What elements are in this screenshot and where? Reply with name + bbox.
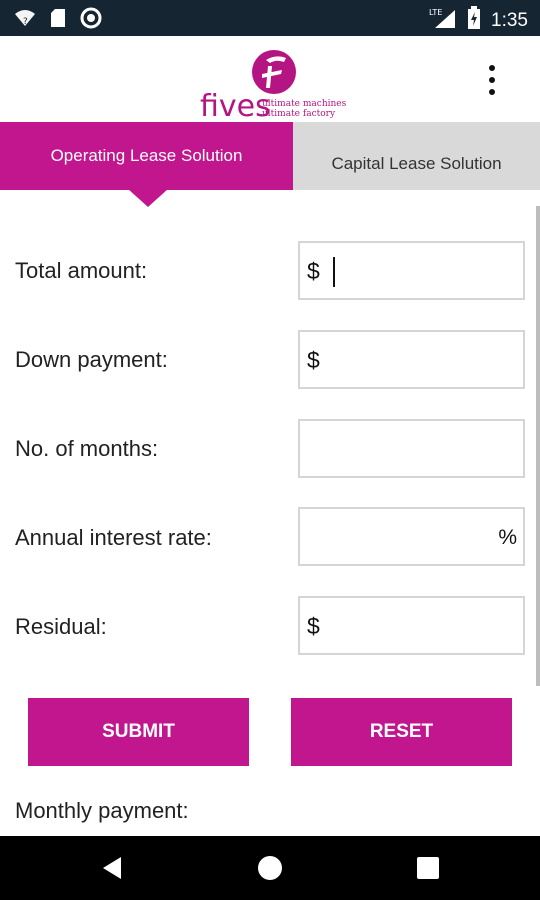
percent-suffix: % xyxy=(498,526,517,549)
months-field[interactable] xyxy=(298,419,525,478)
sync-icon xyxy=(80,7,102,34)
signal-icon: LTE xyxy=(429,7,457,34)
status-time: 1:35 xyxy=(491,9,528,31)
status-bar: ? LTE 1:35 xyxy=(0,0,540,36)
navigation-bar xyxy=(0,836,540,900)
residual-field[interactable]: $ xyxy=(298,596,525,655)
svg-text:?: ? xyxy=(23,17,28,27)
sd-card-icon xyxy=(50,8,66,33)
more-vert-icon[interactable] xyxy=(478,62,506,98)
back-icon[interactable] xyxy=(97,852,129,884)
down-payment-label: Down payment: xyxy=(15,347,168,372)
battery-icon xyxy=(467,6,481,35)
home-icon[interactable] xyxy=(254,852,286,884)
monthly-payment-label: Monthly payment: xyxy=(15,798,189,823)
submit-button[interactable]: SUBMIT xyxy=(28,698,249,766)
residual-label: Residual: xyxy=(15,614,107,639)
lease-tabs: Operating Lease Solution Capital Lease S… xyxy=(0,122,540,190)
fives-logo: fives ultimate machines ultimate factory xyxy=(198,44,348,124)
app-bar: fives ultimate machines ultimate factory xyxy=(0,36,540,124)
total-amount-label: Total amount: xyxy=(15,258,148,283)
text-cursor xyxy=(333,257,335,287)
interest-rate-field[interactable]: % xyxy=(298,507,525,566)
wifi-icon: ? xyxy=(14,8,36,33)
svg-text:ultimate machines: ultimate machines xyxy=(262,99,347,109)
currency-prefix: $ xyxy=(307,613,320,639)
svg-text:LTE: LTE xyxy=(429,8,442,17)
total-amount-field[interactable]: $ xyxy=(298,241,525,300)
svg-text:fives: fives xyxy=(200,89,271,120)
months-label: No. of months: xyxy=(15,436,159,461)
scrollbar[interactable] xyxy=(536,206,540,686)
recents-icon[interactable] xyxy=(412,852,444,884)
currency-prefix: $ xyxy=(307,347,320,373)
active-tab-indicator xyxy=(128,189,168,207)
tab-capital-lease[interactable]: Capital Lease Solution xyxy=(293,122,540,190)
reset-button[interactable]: RESET xyxy=(291,698,512,766)
down-payment-field[interactable]: $ xyxy=(298,330,525,389)
currency-prefix: $ xyxy=(307,258,320,284)
svg-text:ultimate factory: ultimate factory xyxy=(262,109,336,119)
interest-rate-label: Annual interest rate: xyxy=(15,525,212,550)
tab-operating-lease[interactable]: Operating Lease Solution xyxy=(0,122,293,190)
